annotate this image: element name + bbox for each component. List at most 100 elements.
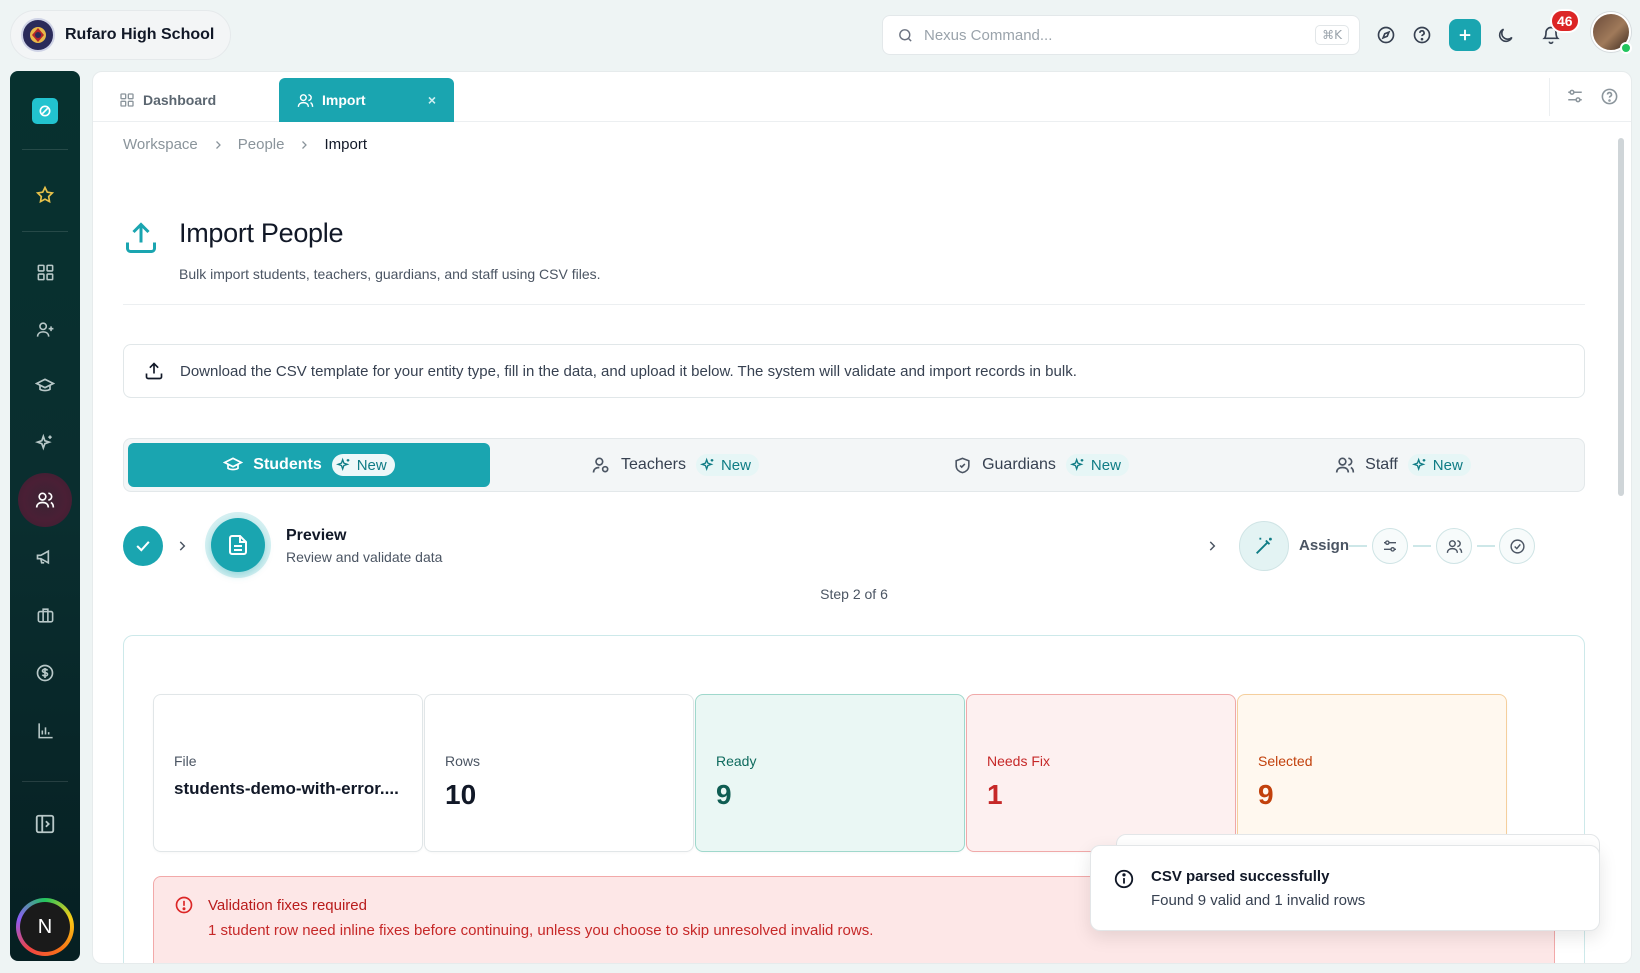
step-upload-complete[interactable]: [123, 526, 163, 566]
check-circle-icon: [1509, 538, 1526, 555]
divider: [123, 304, 1585, 305]
add-button[interactable]: [1449, 19, 1481, 51]
users-icon: [1335, 455, 1355, 475]
step-preview-current[interactable]: [205, 512, 271, 578]
new-badge: New: [331, 454, 395, 476]
new-badge-label: New: [720, 456, 751, 474]
new-badge: New: [1065, 454, 1129, 476]
tab-label: Dashboard: [143, 92, 217, 108]
entity-label: Staff: [1365, 456, 1398, 473]
step-mapping[interactable]: [1372, 528, 1408, 564]
entity-tab-guardians[interactable]: Guardians New: [860, 443, 1222, 487]
alert-title: Validation fixes required: [208, 897, 367, 914]
entity-tab-teachers[interactable]: Teachers New: [494, 443, 856, 487]
entity-label: Guardians: [982, 456, 1056, 473]
help-icon[interactable]: [1406, 19, 1438, 51]
sidebar-divider: [22, 781, 68, 782]
sparkles-icon: [1069, 457, 1086, 473]
stat-ready: Ready 9: [695, 694, 965, 852]
stat-label: Rows: [445, 753, 481, 769]
bar-chart-icon[interactable]: [27, 712, 63, 748]
current-step-description: Review and validate data: [286, 549, 443, 565]
tab-bar: Dashboard Import ×: [93, 72, 1631, 122]
stat-label: Ready: [716, 753, 757, 769]
new-badge-label: New: [1090, 456, 1121, 474]
close-icon[interactable]: ×: [428, 92, 436, 108]
sidebar-divider: [22, 149, 68, 150]
entity-tab-students[interactable]: Students New: [128, 443, 490, 487]
sidebar: N: [10, 71, 80, 961]
entity-label: Students: [253, 456, 322, 473]
new-badge-label: New: [1432, 456, 1463, 474]
file-name: students-demo-with-error....: [174, 779, 399, 798]
briefcase-icon[interactable]: [27, 597, 63, 633]
user-menu[interactable]: N: [16, 898, 74, 956]
step-complete[interactable]: [1499, 528, 1535, 564]
sparkles-icon: [699, 457, 716, 473]
help-icon[interactable]: [1597, 84, 1621, 108]
users-icon: [1446, 538, 1463, 555]
toast-message: Found 9 valid and 1 invalid rows: [1151, 892, 1366, 909]
chevron-right-icon: [175, 539, 189, 553]
moon-icon[interactable]: [1489, 19, 1521, 51]
school-name: Rufaro High School: [65, 26, 215, 43]
step-assign[interactable]: [1239, 521, 1289, 571]
step-connector: [1349, 545, 1367, 547]
sliders-icon[interactable]: [1563, 84, 1587, 108]
upload-icon: [123, 220, 159, 256]
step-connector: [1477, 545, 1495, 547]
breadcrumb-import: Import: [324, 136, 367, 153]
command-search[interactable]: ⌘K: [882, 15, 1360, 55]
info-icon: [1113, 868, 1135, 890]
step-review[interactable]: [1436, 528, 1472, 564]
dollar-icon[interactable]: [27, 655, 63, 691]
sidebar-divider: [22, 231, 68, 232]
new-badge-label: New: [356, 456, 387, 474]
tab-import[interactable]: Import ×: [279, 78, 454, 122]
entity-tab-staff[interactable]: Staff New: [1222, 443, 1584, 487]
search-icon: [897, 27, 914, 44]
search-input[interactable]: [924, 26, 1306, 44]
stat-label: Selected: [1258, 753, 1313, 769]
compass-icon[interactable]: [1370, 19, 1402, 51]
step-counter: Step 2 of 6: [820, 586, 888, 602]
sparkles-icon[interactable]: [27, 425, 63, 461]
people-icon[interactable]: [18, 473, 72, 527]
school-logo: [21, 18, 55, 52]
tab-label: Import: [322, 92, 366, 108]
graduation-cap-icon: [223, 455, 244, 475]
app-logo-icon[interactable]: [32, 98, 58, 124]
sliders-icon: [1382, 538, 1398, 554]
scrollbar-thumb[interactable]: [1618, 138, 1624, 496]
school-switcher[interactable]: Rufaro High School: [10, 10, 231, 60]
stat-file: File students-demo-with-error....: [153, 694, 423, 852]
stat-label: Needs Fix: [987, 753, 1051, 769]
new-badge: New: [695, 454, 759, 476]
info-banner: Download the CSV template for your entit…: [123, 344, 1585, 398]
divider: [1549, 78, 1550, 116]
user-plus-icon[interactable]: [27, 311, 63, 347]
tab-dashboard[interactable]: Dashboard: [101, 78, 271, 122]
sparkles-icon: [335, 457, 352, 473]
upload-icon: [144, 361, 164, 381]
notification-badge: 46: [1550, 9, 1580, 33]
main-panel: Dashboard Import × Workspace People Impo…: [92, 71, 1632, 964]
toast-title: CSV parsed successfully: [1151, 868, 1330, 885]
stat-needs-fix: Needs Fix 1: [966, 694, 1236, 852]
dashboard-icon[interactable]: [27, 254, 63, 290]
entity-label: Teachers: [621, 456, 686, 473]
stat-value: 10: [445, 779, 477, 810]
user-initial: N: [20, 902, 70, 952]
breadcrumb-workspace[interactable]: Workspace: [123, 136, 198, 153]
shortcut-hint: ⌘K: [1315, 25, 1349, 45]
megaphone-icon[interactable]: [27, 539, 63, 575]
collapse-sidebar-icon[interactable]: [27, 806, 63, 842]
stat-value: 9: [716, 779, 732, 810]
breadcrumb-people[interactable]: People: [238, 136, 285, 153]
file-text-icon: [211, 518, 265, 572]
graduation-cap-icon[interactable]: [27, 368, 63, 404]
toast-notification[interactable]: CSV parsed successfully Found 9 valid an…: [1090, 845, 1600, 931]
chevron-right-icon: [298, 139, 310, 151]
entity-type-selector: Students New Teachers New Guardians New: [123, 438, 1585, 492]
star-icon[interactable]: [27, 177, 63, 213]
